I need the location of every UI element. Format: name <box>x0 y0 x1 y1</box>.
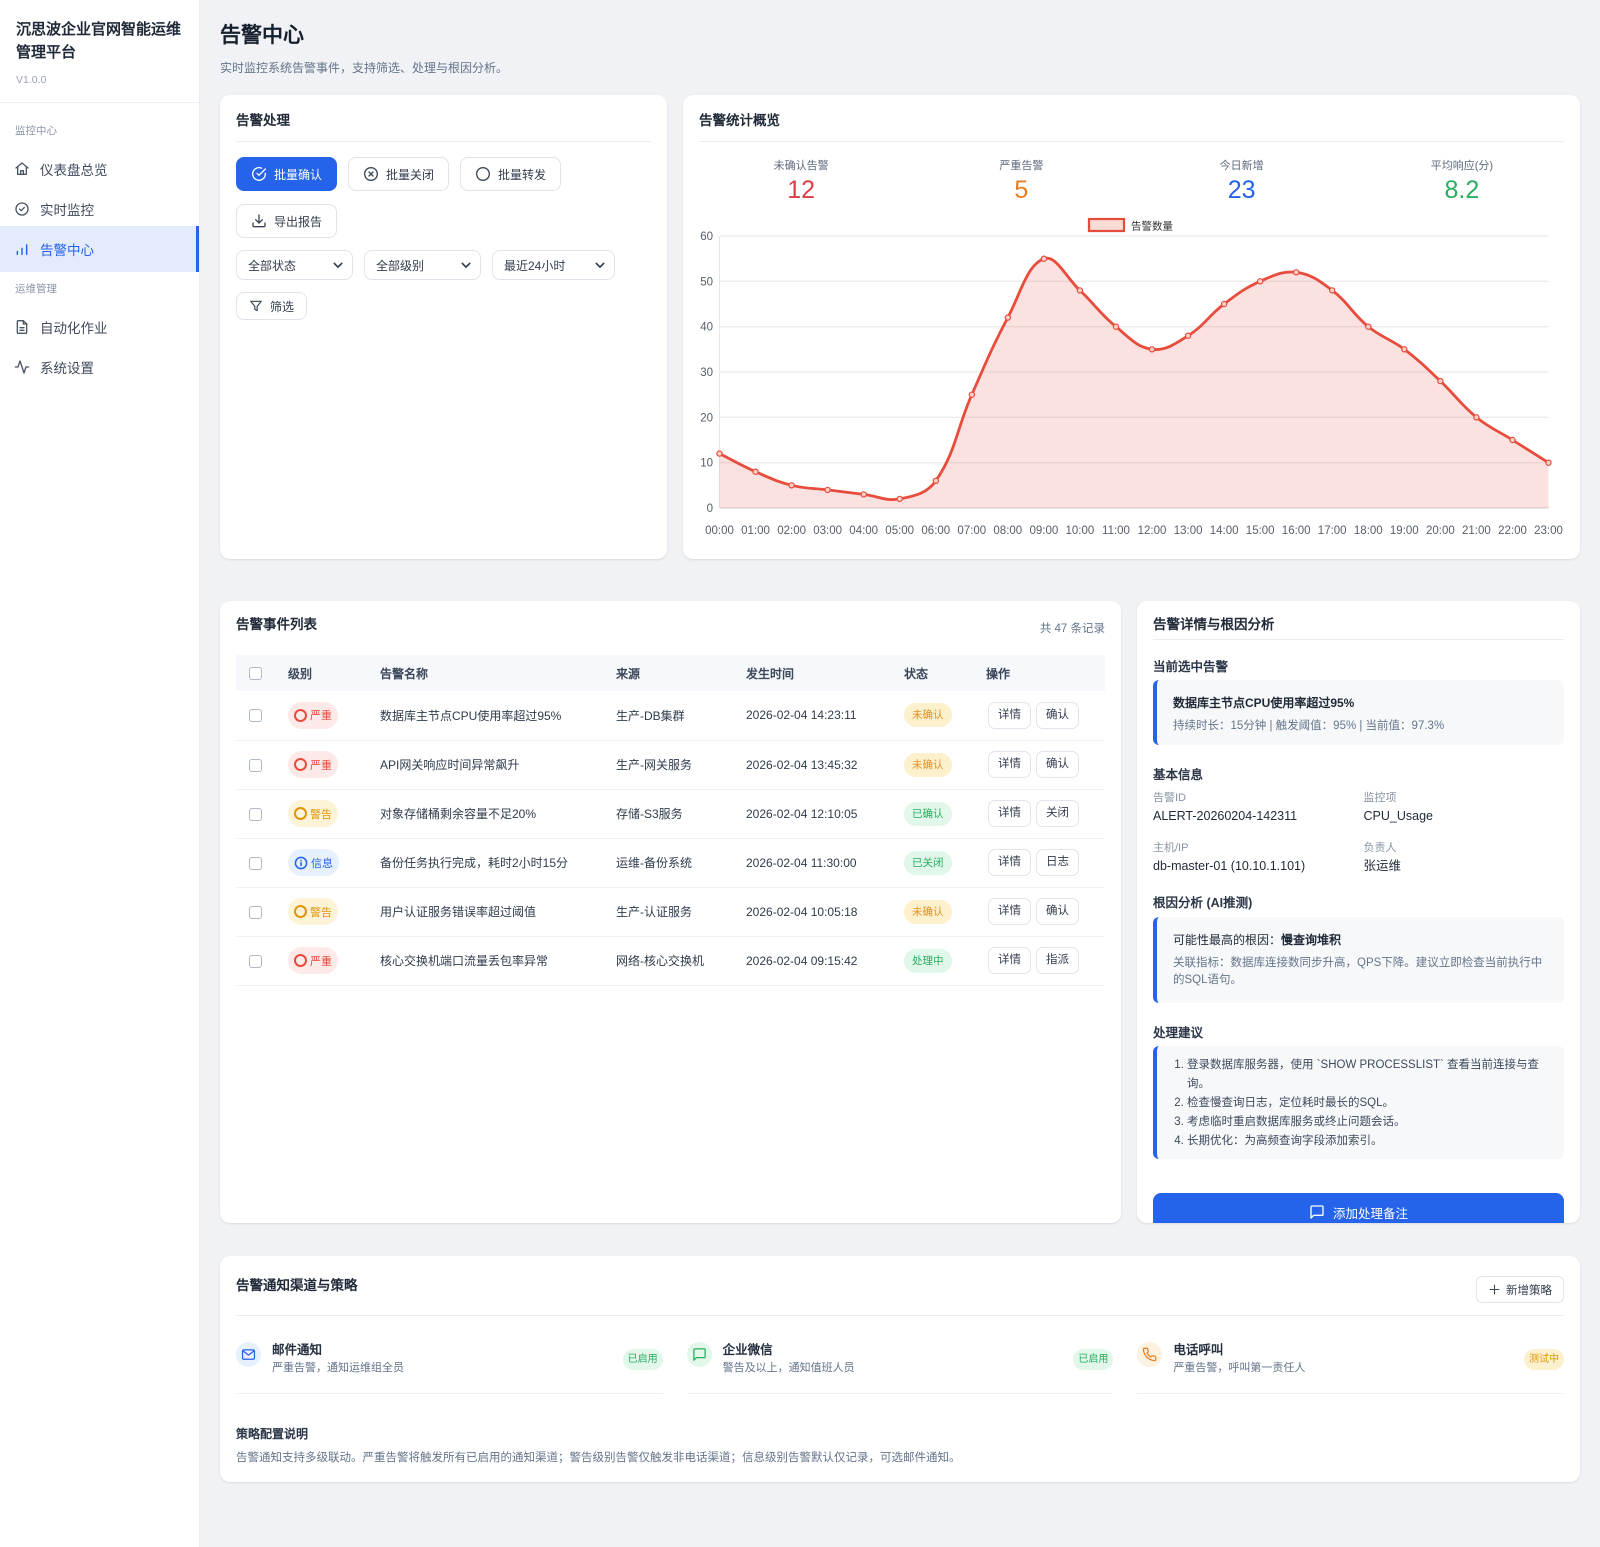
svg-text:13:00: 13:00 <box>1174 525 1203 537</box>
svg-text:01:00: 01:00 <box>741 525 770 537</box>
svg-text:14:00: 14:00 <box>1210 525 1239 537</box>
svg-text:10: 10 <box>700 458 713 470</box>
svg-text:10:00: 10:00 <box>1066 525 1095 537</box>
svg-text:0: 0 <box>707 503 713 515</box>
svg-text:00:00: 00:00 <box>705 525 734 537</box>
svg-text:08:00: 08:00 <box>993 525 1022 537</box>
svg-text:40: 40 <box>700 322 713 334</box>
svg-text:15:00: 15:00 <box>1246 525 1275 537</box>
svg-text:23:00: 23:00 <box>1534 525 1563 537</box>
svg-text:22:00: 22:00 <box>1498 525 1527 537</box>
svg-text:12:00: 12:00 <box>1138 525 1167 537</box>
svg-text:30: 30 <box>700 367 713 379</box>
svg-text:05:00: 05:00 <box>885 525 914 537</box>
svg-text:17:00: 17:00 <box>1318 525 1347 537</box>
svg-text:02:00: 02:00 <box>777 525 806 537</box>
svg-text:21:00: 21:00 <box>1462 525 1491 537</box>
svg-text:20: 20 <box>700 412 713 424</box>
svg-text:09:00: 09:00 <box>1030 525 1059 537</box>
svg-text:60: 60 <box>700 231 713 243</box>
svg-text:告警数量: 告警数量 <box>1131 220 1173 233</box>
svg-text:20:00: 20:00 <box>1426 525 1455 537</box>
svg-text:06:00: 06:00 <box>921 525 950 537</box>
svg-text:50: 50 <box>700 276 713 288</box>
svg-text:03:00: 03:00 <box>813 525 842 537</box>
svg-text:18:00: 18:00 <box>1354 525 1383 537</box>
svg-text:16:00: 16:00 <box>1282 525 1311 537</box>
svg-text:11:00: 11:00 <box>1102 525 1130 537</box>
svg-text:07:00: 07:00 <box>957 525 986 537</box>
svg-text:04:00: 04:00 <box>849 525 878 537</box>
svg-text:19:00: 19:00 <box>1390 525 1419 537</box>
